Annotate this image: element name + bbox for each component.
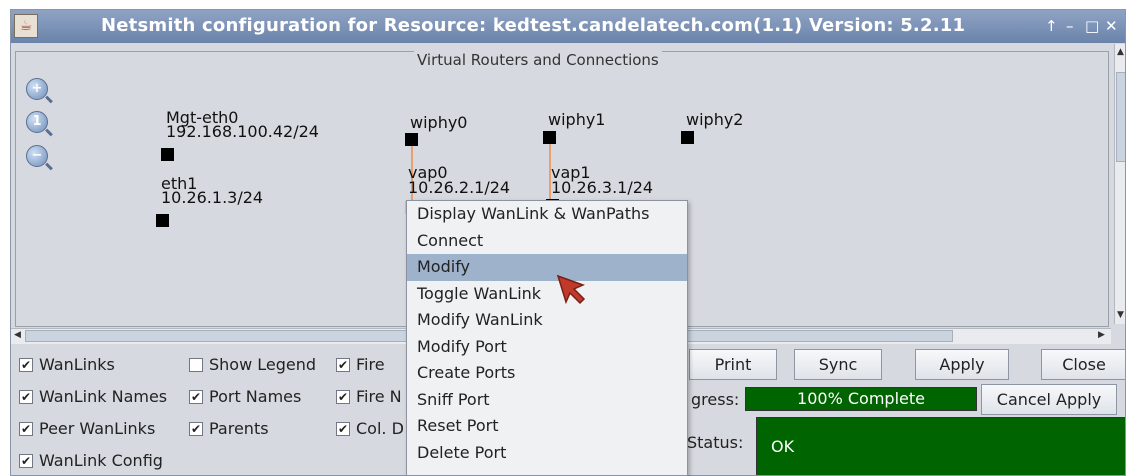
checkbox-checked-icon[interactable]: ✔ [336,357,350,372]
checkbox-checked-icon[interactable]: ✔ [336,389,350,404]
title-bar: ☕ Netsmith configuration for Resource: k… [11,10,1125,43]
minimize-icon[interactable]: – [1066,17,1074,35]
window-title: Netsmith configuration for Resource: ked… [101,15,966,36]
checkbox-checked-icon[interactable]: ✔ [189,389,203,404]
restore-icon[interactable]: □ [1085,17,1099,35]
menu-item-reset-port[interactable]: Reset Port [407,413,687,440]
wiphy2-label: wiphy2 [686,110,744,129]
fire-checkbox[interactable]: ✔ Fire [336,355,385,374]
checkbox-checked-icon[interactable]: ✔ [19,421,33,436]
menu-item-toggle-wanlink[interactable]: Toggle WanLink [407,281,687,308]
port-names-checkbox[interactable]: ✔ Port Names [189,387,301,406]
vertical-scrollbar[interactable]: ▲ ▼ [1114,44,1125,324]
menu-item-display-wanlink[interactable]: Display WanLink & WanPaths [407,201,687,228]
group-title: Virtual Routers and Connections [414,51,662,69]
sync-button[interactable]: Sync [794,349,882,380]
col-d-checkbox[interactable]: ✔ Col. D [336,419,404,438]
close-icon[interactable]: ✕ [1105,17,1118,35]
menu-item-modify[interactable]: Modify [407,254,687,281]
peer-wanlinks-checkbox[interactable]: ✔ Peer WanLinks [19,419,155,438]
checkbox-empty-icon[interactable] [189,357,203,372]
mgt-eth0-node[interactable] [161,148,174,161]
wanlinks-checkbox[interactable]: ✔ WanLinks [19,355,115,374]
menu-item-delete-port[interactable]: Delete Port [407,440,687,467]
zoom-reset-icon[interactable]: 1 [26,111,48,133]
wiphy1-node[interactable] [543,131,556,144]
show-legend-checkbox[interactable]: Show Legend [189,355,316,374]
status-field: OK [756,417,1125,475]
menu-item-sniff-port[interactable]: Sniff Port [407,387,687,414]
scroll-down-icon[interactable]: ▼ [1117,310,1124,320]
menu-item-modify-wanlink[interactable]: Modify WanLink [407,307,687,334]
vertical-scroll-thumb[interactable] [1116,72,1125,162]
status-label: Status: [687,433,744,452]
apply-button[interactable]: Apply [915,349,1009,380]
mgt-eth0-ip: 192.168.100.42/24 [166,122,319,141]
vap0-ip: 10.26.2.1/24 [408,178,511,197]
progress-label: gress: [691,390,740,409]
java-app-icon: ☕ [14,14,38,38]
wanlink-names-checkbox[interactable]: ✔ WanLink Names [19,387,167,406]
checkbox-checked-icon[interactable]: ✔ [189,421,203,436]
checkbox-checked-icon[interactable]: ✔ [19,453,33,468]
wiphy0-label: wiphy0 [410,113,468,132]
scroll-up-icon[interactable]: ▲ [1117,47,1124,57]
vap1-ip: 10.26.3.1/24 [551,178,654,197]
close-button[interactable]: Close [1041,349,1125,380]
checkbox-checked-icon[interactable]: ✔ [19,389,33,404]
wanlink-config-checkbox[interactable]: ✔ WanLink Config [19,451,163,470]
parents-checkbox[interactable]: ✔ Parents [189,419,269,438]
checkbox-checked-icon[interactable]: ✔ [336,421,350,436]
wiphy1-label: wiphy1 [548,110,606,129]
eth1-node[interactable] [156,214,169,227]
menu-item-connect[interactable]: Connect [407,228,687,255]
scroll-left-icon[interactable]: ◀ [14,330,21,340]
eth1-ip: 10.26.1.3/24 [161,188,264,207]
wiphy2-node[interactable] [681,131,694,144]
wiphy0-node[interactable] [405,133,418,146]
progress-bar: 100% Complete [745,387,977,411]
fire-n-checkbox[interactable]: ✔ Fire N [336,387,402,406]
zoom-in-icon[interactable]: + [26,78,48,100]
menu-item-modify-port[interactable]: Modify Port [407,334,687,361]
mouse-pointer-icon [556,274,586,305]
checkbox-checked-icon[interactable]: ✔ [19,357,33,372]
maximize-up-icon[interactable]: ↑ [1045,17,1058,35]
zoom-out-icon[interactable]: − [26,145,48,167]
context-menu: Display WanLink & WanPaths Connect Modif… [406,200,688,476]
cancel-apply-button[interactable]: Cancel Apply [981,384,1117,415]
menu-item-create-ports[interactable]: Create Ports [407,360,687,387]
print-button[interactable]: Print [689,349,777,380]
scroll-right-icon[interactable]: ▶ [1098,330,1105,340]
